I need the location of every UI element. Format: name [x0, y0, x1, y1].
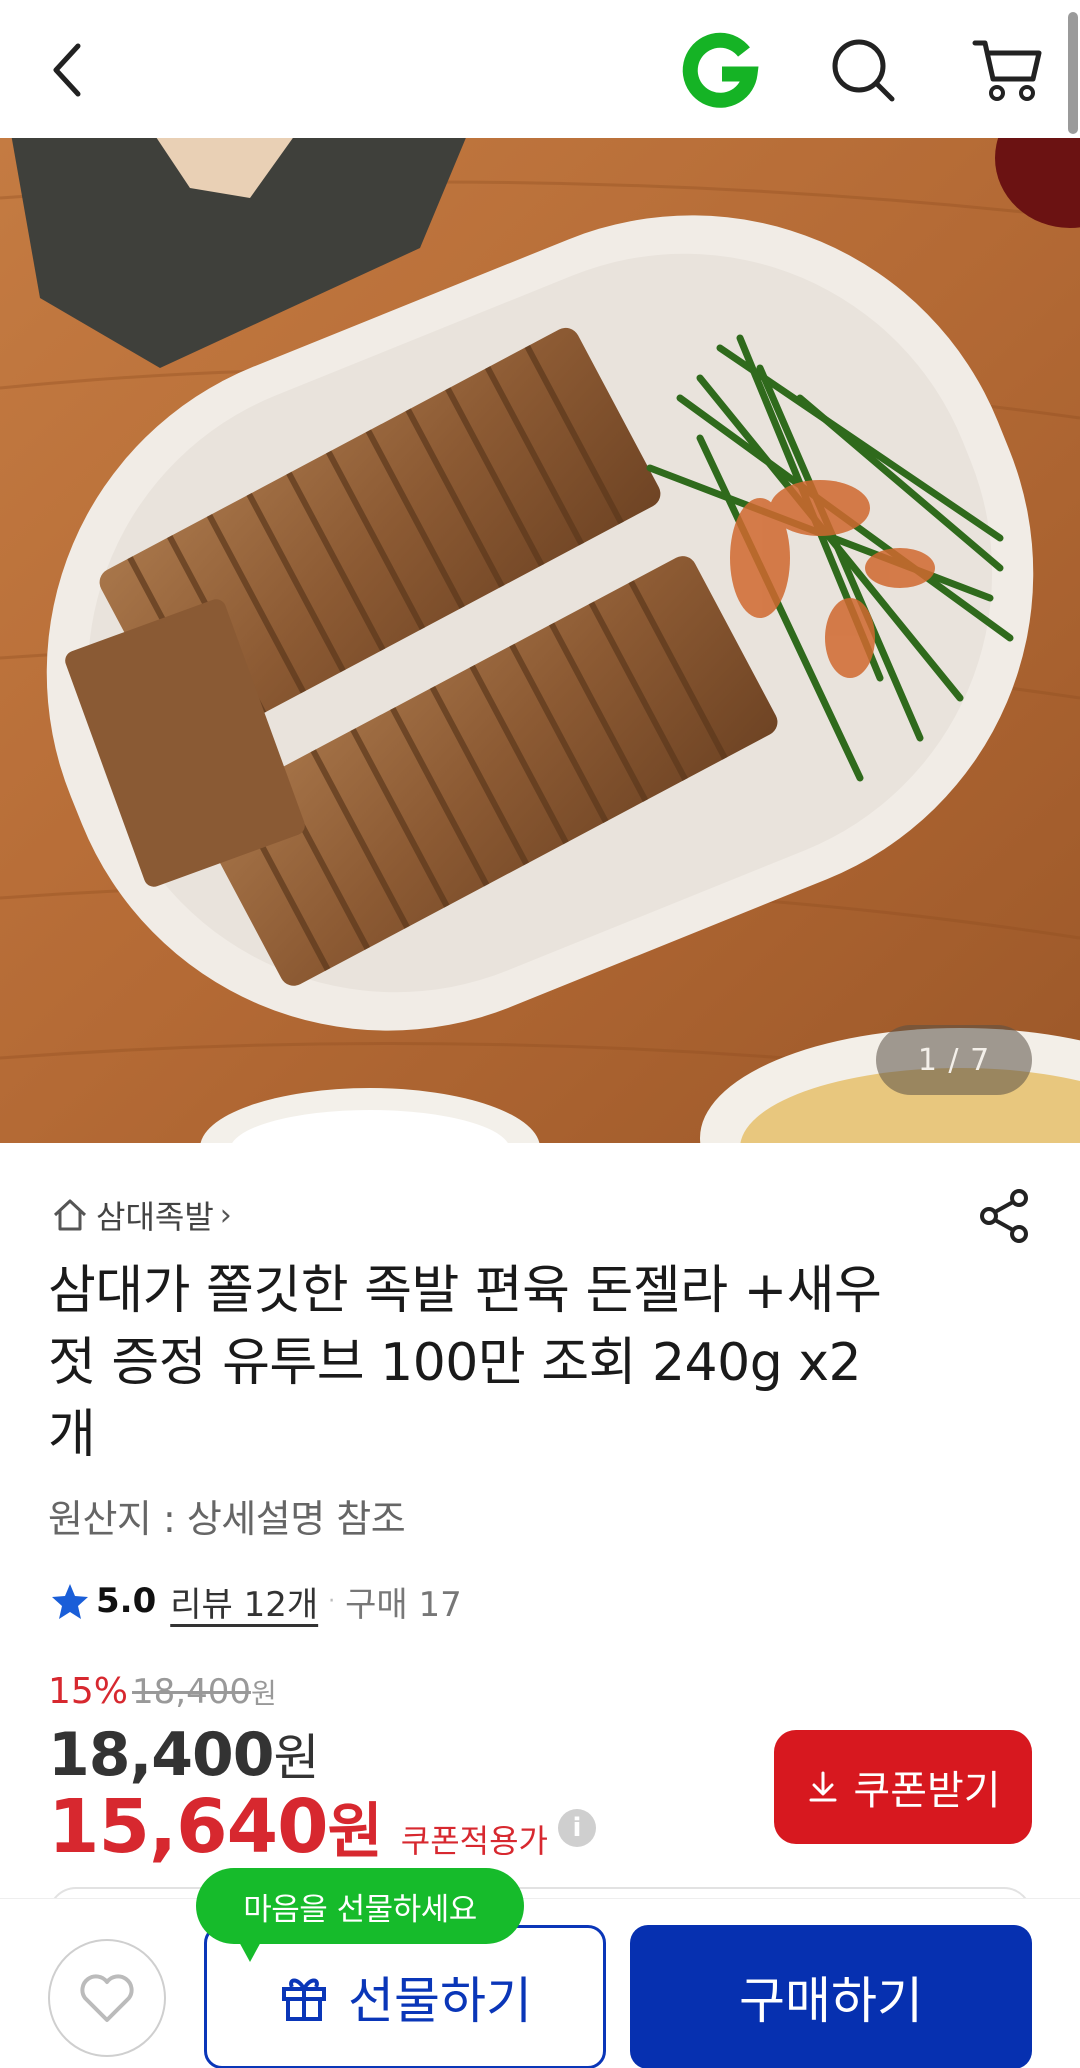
back-button[interactable] — [20, 20, 120, 120]
origin-info: 원산지 : 상세설명 참조 — [48, 1497, 406, 1541]
product-image-gallery[interactable]: 1 / 7 — [0, 138, 1080, 1143]
separator: · — [328, 1588, 336, 1614]
gift-icon — [282, 1978, 326, 2021]
scrollbar-thumb[interactable] — [1068, 12, 1078, 134]
gift-tooltip: 마음을 선물하세요 — [196, 1868, 524, 1962]
purchase-count: 구매 17 — [345, 1584, 462, 1625]
wishlist-button[interactable] — [48, 1939, 166, 2057]
coupon-price: 15,640 — [48, 1784, 329, 1870]
title-line: 삼대가 쫄깃한 족발 편육 돈젤라 +새우 — [48, 1261, 882, 1321]
heart-icon — [80, 1974, 134, 2022]
review-count-link[interactable]: 리뷰 12개 — [170, 1577, 318, 1626]
image-counter: 1 / 7 — [876, 1025, 1032, 1095]
original-price-unit: 원 — [250, 1677, 277, 1710]
search-icon — [832, 39, 895, 102]
product-photo — [0, 138, 1080, 1143]
store-name: 삼대족발 — [96, 1198, 214, 1236]
rating-value: 5.0 — [96, 1581, 157, 1621]
top-app-bar — [0, 0, 1080, 138]
chevron-right-icon: › — [219, 1197, 232, 1233]
search-button[interactable] — [813, 20, 913, 120]
coupon-price-unit: 원 — [327, 1797, 383, 1867]
product-title: 삼대가 쫄깃한 족발 편육 돈젤라 +새우 젓 증정 유투브 100만 조회 2… — [48, 1255, 948, 1471]
chevron-left-icon — [53, 43, 81, 97]
home-icon — [53, 1199, 87, 1231]
get-coupon-button[interactable]: 쿠폰받기 — [774, 1730, 1032, 1844]
discount-row: 15% 18,400 원 — [48, 1671, 277, 1719]
coupon-price-label: 쿠폰적용가 — [400, 1822, 548, 1860]
title-line: 개 — [48, 1405, 96, 1465]
gift-button[interactable]: 선물하기 — [204, 1925, 606, 2068]
store-link[interactable]: 삼대족발 › — [50, 1191, 232, 1239]
g-logo-icon — [682, 32, 759, 108]
title-line: 젓 증정 유투브 100만 조회 240g x2 — [48, 1333, 862, 1393]
gmarket-home-logo[interactable] — [670, 20, 770, 120]
buy-button[interactable]: 구매하기 — [630, 1925, 1032, 2068]
gift-button-label: 선물하기 — [348, 1972, 532, 2030]
star-icon — [52, 1584, 88, 1619]
original-price: 18,400 — [132, 1672, 251, 1712]
sale-price: 18,400 — [48, 1720, 275, 1790]
price-row: 18,400 원 — [48, 1718, 320, 1790]
cart-button[interactable] — [958, 20, 1058, 120]
discount-rate: 15% — [48, 1671, 129, 1712]
sale-price-unit: 원 — [273, 1729, 320, 1787]
cart-icon — [972, 40, 1042, 101]
share-button[interactable] — [972, 1183, 1038, 1249]
get-coupon-label: 쿠폰받기 — [853, 1769, 1001, 1813]
product-info: 삼대족발 › 삼대가 쫄깃한 족발 편육 돈젤라 +새우 젓 증정 유투브 10… — [0, 1143, 1080, 1927]
info-icon[interactable]: i — [557, 1809, 596, 1847]
download-icon — [809, 1771, 837, 1802]
share-icon — [980, 1189, 1028, 1243]
bottom-action-bar: 선물하기 구매하기 — [0, 1898, 1080, 2068]
coupon-price-row: 15,640 원 쿠폰적용가 i — [48, 1783, 596, 1873]
rating-row: 5.0 리뷰 12개 · 구매 17 — [50, 1573, 462, 1629]
